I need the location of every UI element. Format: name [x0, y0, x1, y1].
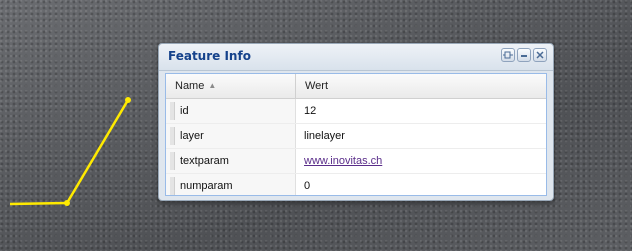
window-tools [501, 48, 547, 62]
property-value: 12 [304, 105, 317, 117]
property-link[interactable]: www.inovitas.ch [304, 155, 382, 167]
feature-vertex[interactable] [64, 200, 70, 206]
sort-ascending-icon: ▲ [208, 81, 217, 90]
property-name: numparam [166, 174, 296, 195]
feature-info-window[interactable]: Feature Info Name ▲ Wert id 12 layer lin… [158, 43, 554, 201]
table-row[interactable]: layer linelayer [166, 124, 546, 149]
close-icon[interactable] [533, 48, 547, 62]
property-value: 0 [304, 180, 311, 192]
table-row[interactable]: numparam 0 [166, 174, 546, 195]
property-name: id [166, 99, 296, 123]
window-titlebar[interactable]: Feature Info [159, 44, 553, 71]
property-value-cell: www.inovitas.ch [296, 149, 546, 173]
table-row[interactable]: id 12 [166, 99, 546, 124]
feature-vertex[interactable] [125, 97, 131, 103]
window-title: Feature Info [168, 49, 251, 63]
grid-header: Name ▲ Wert [166, 74, 546, 99]
minimize-icon[interactable] [517, 48, 531, 62]
column-header-name[interactable]: Name ▲ [166, 74, 296, 98]
table-row[interactable]: textparam www.inovitas.ch [166, 149, 546, 174]
column-header-value-label: Wert [305, 80, 329, 92]
column-header-name-label: Name [175, 80, 205, 92]
column-header-value[interactable]: Wert [296, 74, 546, 98]
pin-icon[interactable] [501, 48, 515, 62]
property-grid: Name ▲ Wert id 12 layer linelayer textpa… [165, 73, 547, 196]
feature-line[interactable] [9, 99, 130, 206]
property-name: textparam [166, 149, 296, 173]
property-value: linelayer [304, 130, 345, 142]
property-name: layer [166, 124, 296, 148]
